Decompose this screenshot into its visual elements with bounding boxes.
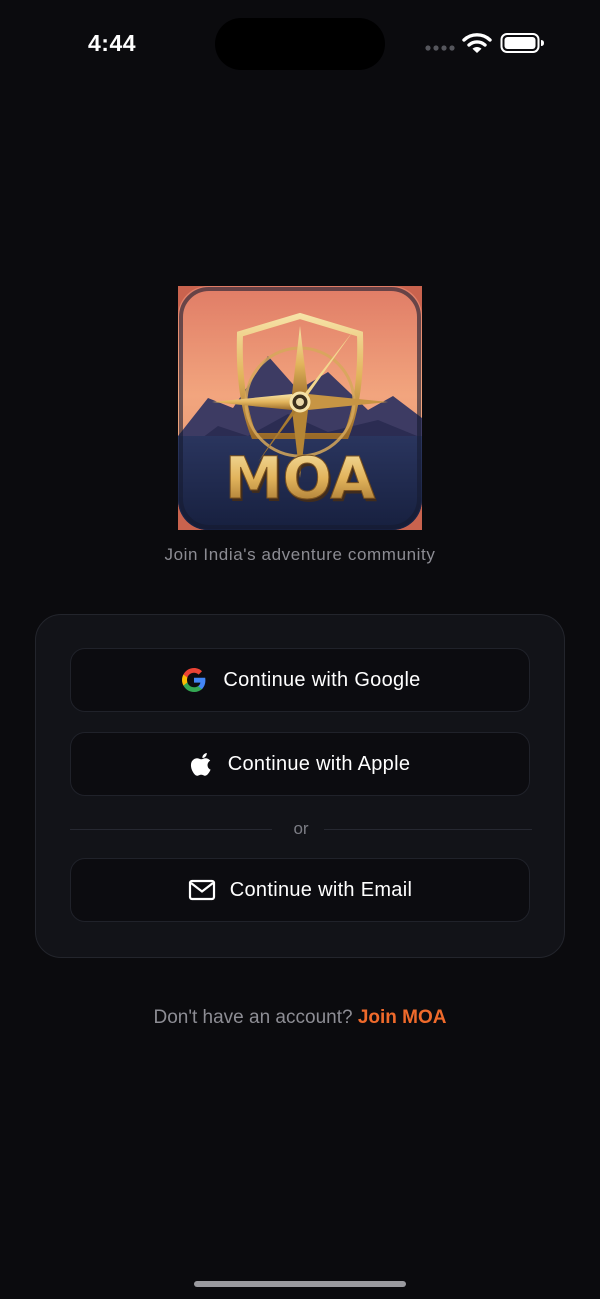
apple-button-label: Continue with Apple: [227, 752, 411, 775]
mail-icon: [188, 879, 216, 901]
signal-icon: [425, 45, 455, 51]
or-divider: or: [70, 815, 532, 845]
google-icon: [179, 665, 209, 695]
app-logo: MOA MOA: [178, 286, 422, 530]
signup-prompt: Don't have an account?: [153, 1007, 353, 1028]
join-moa-link[interactable]: Join MOA: [358, 1007, 447, 1028]
divider-line-right: [324, 829, 532, 830]
battery-icon: [500, 33, 544, 53]
status-time: 4:44: [88, 30, 137, 56]
email-button-label: Continue with Email: [229, 878, 413, 901]
google-button-label: Continue with Google: [223, 668, 421, 691]
auth-card: Continue with Google Continue with Apple…: [35, 614, 565, 958]
continue-with-email-button[interactable]: Continue with Email: [70, 858, 530, 922]
svg-text:MOA: MOA: [225, 444, 375, 512]
status-bar: 4:44: [0, 0, 600, 90]
signup-row: Don't have an account? Join MOA: [0, 1007, 600, 1029]
continue-with-google-button[interactable]: Continue with Google: [70, 648, 530, 712]
dynamic-island: [215, 18, 385, 70]
wifi-icon: [462, 33, 492, 53]
continue-with-apple-button[interactable]: Continue with Apple: [70, 732, 530, 796]
tagline: Join India's adventure community: [164, 545, 436, 564]
apple-icon: [190, 751, 214, 777]
home-indicator[interactable]: [194, 1281, 406, 1287]
